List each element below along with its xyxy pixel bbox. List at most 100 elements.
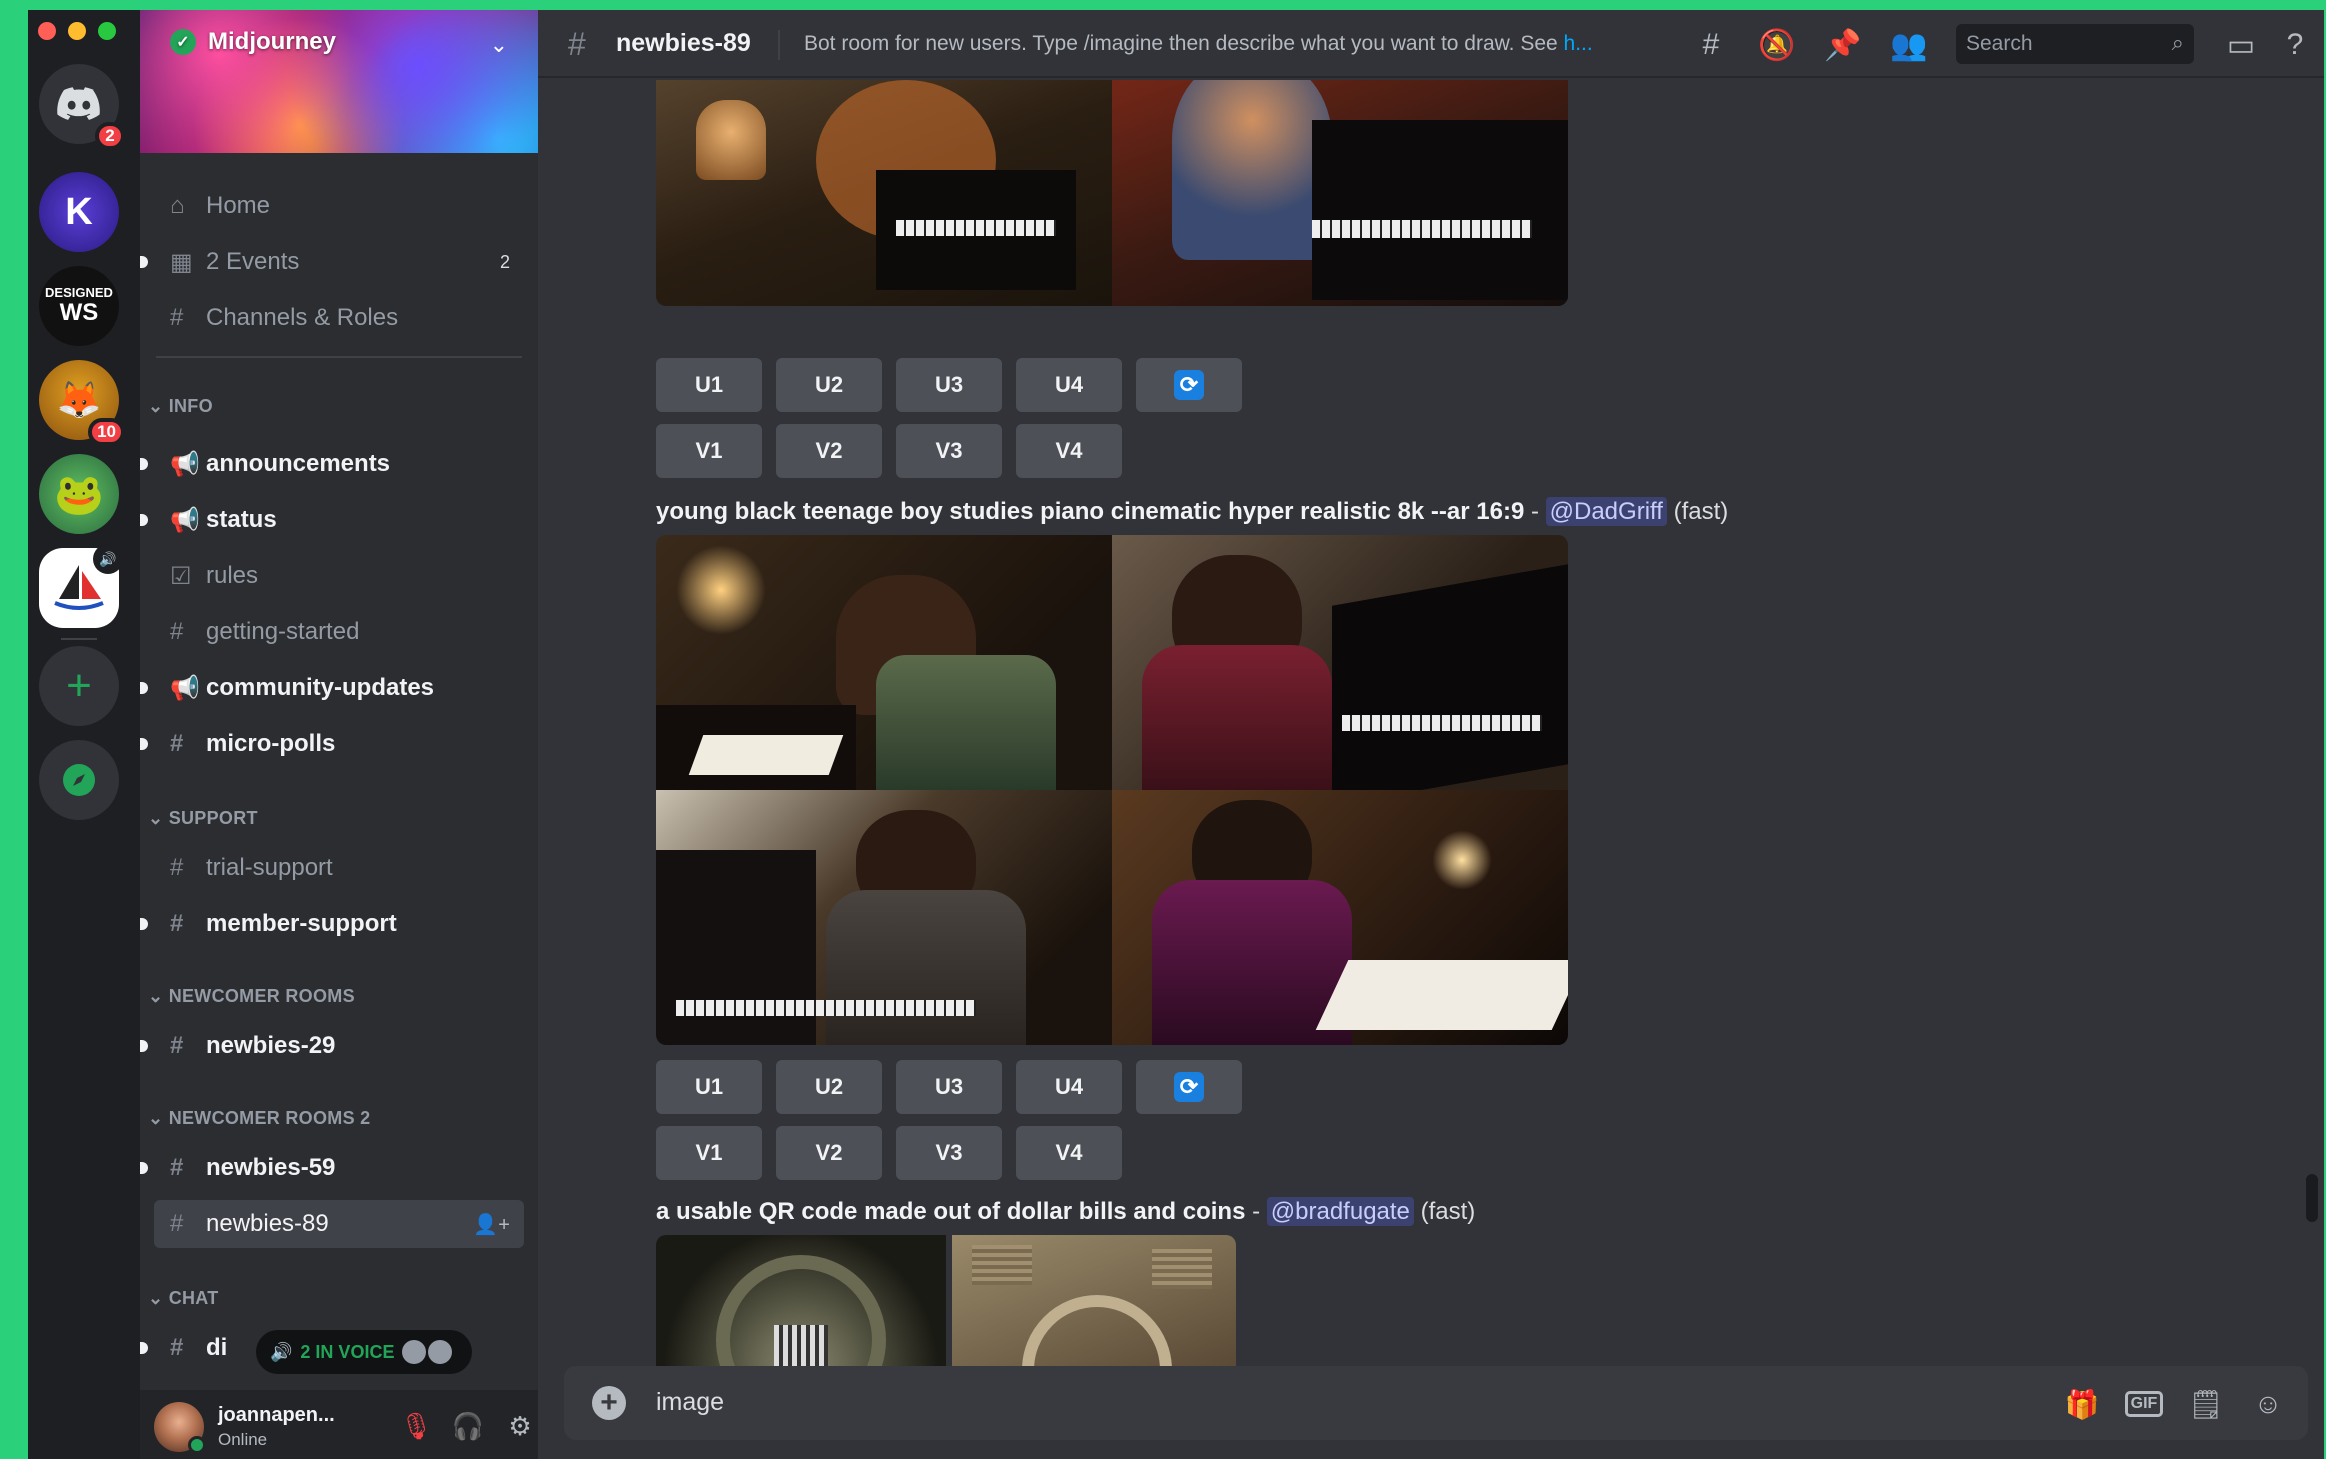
sidebar-item-home[interactable]: ⌂ Home bbox=[154, 182, 524, 230]
sticker-button[interactable]: 🗒 bbox=[2186, 1384, 2226, 1424]
upscale-button-u2[interactable]: U2 bbox=[776, 1060, 882, 1114]
channel-getting-started[interactable]: # getting-started bbox=[154, 608, 524, 656]
channel-status[interactable]: 📢 status bbox=[140, 496, 524, 544]
explore-servers-button[interactable] bbox=[39, 740, 119, 820]
server-banner[interactable]: ✓ Midjourney ⌄ bbox=[140, 10, 538, 153]
upscale-button-u1[interactable]: U1 bbox=[656, 358, 762, 412]
gif-button[interactable]: GIF bbox=[2124, 1384, 2164, 1424]
channel-newbies-29[interactable]: # newbies-29 bbox=[140, 1022, 524, 1070]
variation-button-v2[interactable]: V2 bbox=[776, 424, 882, 478]
reroll-button[interactable]: ⟳ bbox=[1136, 1060, 1242, 1114]
upscale-button-u1[interactable]: U1 bbox=[656, 1060, 762, 1114]
maximize-window-button[interactable] bbox=[98, 22, 116, 40]
variation-button-v2[interactable]: V2 bbox=[776, 1126, 882, 1180]
scrollbar-thumb[interactable] bbox=[2306, 1174, 2318, 1222]
plus-icon: + bbox=[600, 1386, 618, 1419]
generated-image[interactable] bbox=[656, 80, 1112, 306]
channel-rules[interactable]: ☑ rules bbox=[154, 552, 524, 600]
category-chat[interactable]: ⌄ CHAT bbox=[148, 1288, 219, 1309]
voice-activity-pill[interactable]: 🔊 2 IN VOICE bbox=[256, 1330, 472, 1374]
variation-button-v1[interactable]: V1 bbox=[656, 1126, 762, 1180]
sidebar-item-events[interactable]: ▦ 2 Events 2 bbox=[140, 238, 524, 286]
close-window-button[interactable] bbox=[38, 22, 56, 40]
unread-indicator bbox=[140, 256, 148, 268]
events-count: 2 bbox=[499, 251, 510, 272]
image-grid[interactable] bbox=[656, 535, 1568, 1045]
message-input[interactable]: image bbox=[656, 1388, 724, 1417]
variation-button-v4[interactable]: V4 bbox=[1016, 424, 1122, 478]
server-icon-designed[interactable]: DESIGNED WS bbox=[39, 266, 119, 346]
generated-image[interactable] bbox=[656, 790, 1112, 1045]
calendar-icon: ▦ bbox=[170, 248, 193, 276]
channel-trial-support[interactable]: # trial-support bbox=[154, 844, 524, 892]
channels-roles-icon: # bbox=[170, 304, 184, 331]
generated-image[interactable] bbox=[656, 1235, 946, 1366]
generated-image[interactable] bbox=[1112, 790, 1568, 1045]
search-input[interactable]: Search ⌕ bbox=[1956, 24, 2194, 64]
generated-image[interactable] bbox=[952, 1235, 1236, 1366]
server-icon-fox[interactable]: 🦊 10 bbox=[39, 360, 125, 446]
image-grid[interactable] bbox=[656, 80, 1568, 306]
avatar[interactable] bbox=[154, 1402, 206, 1454]
attach-button[interactable]: + bbox=[592, 1386, 626, 1420]
server-icon-frog[interactable]: 🐸 bbox=[39, 454, 119, 534]
channel-community-updates[interactable]: 📢 community-updates bbox=[140, 664, 524, 712]
channel-member-support[interactable]: # member-support bbox=[140, 900, 524, 948]
chevron-down-icon[interactable]: ⌄ bbox=[490, 32, 508, 58]
image-grid[interactable] bbox=[656, 1235, 1236, 1366]
channel-newbies-59[interactable]: # newbies-59 bbox=[140, 1144, 524, 1192]
window-controls bbox=[38, 22, 116, 40]
add-server-button[interactable]: + bbox=[39, 646, 119, 726]
pinned-messages-button[interactable]: 📌 bbox=[1824, 26, 1862, 64]
help-button[interactable]: ? bbox=[2276, 26, 2314, 64]
variation-button-v3[interactable]: V3 bbox=[896, 424, 1002, 478]
server-icon-k[interactable]: K bbox=[39, 172, 119, 252]
unread-indicator bbox=[140, 458, 148, 470]
inbox-button[interactable]: ▭ bbox=[2222, 26, 2260, 64]
mute-microphone-button[interactable]: 🎙 bbox=[398, 1408, 434, 1444]
compass-icon bbox=[63, 764, 95, 796]
upscale-button-u3[interactable]: U3 bbox=[896, 1060, 1002, 1114]
direct-messages-button[interactable]: 2 bbox=[39, 64, 125, 150]
upscale-button-u2[interactable]: U2 bbox=[776, 358, 882, 412]
notification-badge: 10 bbox=[88, 418, 125, 446]
channel-micro-polls[interactable]: # micro-polls bbox=[140, 720, 524, 768]
category-newcomer-rooms[interactable]: ⌄ NEWCOMER ROOMS bbox=[148, 986, 355, 1007]
microphone-muted-icon: 🎙 bbox=[399, 1410, 433, 1441]
generated-image[interactable] bbox=[1112, 535, 1568, 790]
hash-threads-icon: # bbox=[568, 26, 586, 62]
channel-announcements[interactable]: 📢 announcements bbox=[140, 440, 524, 488]
minimize-window-button[interactable] bbox=[68, 22, 86, 40]
category-newcomer-rooms-2[interactable]: ⌄ NEWCOMER ROOMS 2 bbox=[148, 1108, 371, 1129]
variation-button-v4[interactable]: V4 bbox=[1016, 1126, 1122, 1180]
category-support[interactable]: ⌄ SUPPORT bbox=[148, 808, 258, 829]
user-mention[interactable]: @DadGriff bbox=[1545, 497, 1667, 526]
invite-user-icon[interactable]: 👤+ bbox=[473, 1212, 510, 1237]
sidebar-item-channels-roles[interactable]: # Channels & Roles bbox=[154, 294, 524, 342]
member-list-button[interactable]: 👥 bbox=[1890, 26, 1928, 64]
threads-button[interactable]: # bbox=[1692, 26, 1730, 64]
user-mention[interactable]: @bradfugate bbox=[1266, 1197, 1414, 1226]
channel-topic[interactable]: Bot room for new users. Type /imagine th… bbox=[804, 32, 1593, 56]
upscale-button-u4[interactable]: U4 bbox=[1016, 358, 1122, 412]
topic-link[interactable]: h... bbox=[1564, 32, 1593, 55]
unread-indicator bbox=[140, 1342, 148, 1354]
variation-button-v3[interactable]: V3 bbox=[896, 1126, 1002, 1180]
server-icon-midjourney[interactable]: 🔊 bbox=[39, 544, 123, 628]
channel-newbies-89[interactable]: # newbies-89 👤+ bbox=[154, 1200, 524, 1248]
message-composer[interactable]: + image 🎁 GIF 🗒 ☺ bbox=[564, 1366, 2308, 1440]
emoji-button[interactable]: ☺ bbox=[2248, 1384, 2288, 1424]
deafen-button[interactable]: 🎧 bbox=[450, 1408, 486, 1444]
gift-button[interactable]: 🎁 bbox=[2062, 1384, 2102, 1424]
notification-settings-button[interactable]: 🔕 bbox=[1758, 26, 1796, 64]
variation-button-v1[interactable]: V1 bbox=[656, 424, 762, 478]
generated-image[interactable] bbox=[656, 535, 1112, 790]
sidebar-divider bbox=[156, 356, 522, 358]
gift-icon: 🎁 bbox=[2064, 1388, 2100, 1420]
generated-image[interactable] bbox=[1112, 80, 1568, 306]
reroll-button[interactable]: ⟳ bbox=[1136, 358, 1242, 412]
user-settings-button[interactable]: ⚙ bbox=[502, 1408, 538, 1444]
upscale-button-u3[interactable]: U3 bbox=[896, 358, 1002, 412]
category-info[interactable]: ⌄ INFO bbox=[148, 396, 213, 417]
upscale-button-u4[interactable]: U4 bbox=[1016, 1060, 1122, 1114]
